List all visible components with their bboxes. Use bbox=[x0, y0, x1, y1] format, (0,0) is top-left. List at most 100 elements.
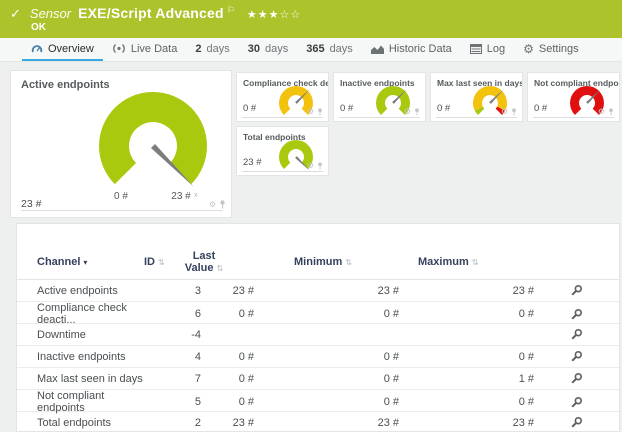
tab-label: Settings bbox=[539, 43, 579, 55]
gauge-chart: x bbox=[95, 88, 211, 204]
tab-log[interactable]: Log bbox=[461, 38, 514, 61]
channel-name[interactable]: Downtime bbox=[37, 329, 147, 341]
channel-settings-button[interactable] bbox=[570, 350, 583, 363]
status-check-icon: ✓ bbox=[10, 7, 21, 22]
panel-divider bbox=[242, 117, 323, 118]
table-header-id[interactable]: ID⇅ bbox=[144, 256, 165, 268]
sort-icon: ⇅ bbox=[472, 258, 479, 267]
channels-table-panel: Channel▾ ID⇅ LastValue⇅ Minimum⇅ Maximum… bbox=[16, 223, 620, 432]
channel-name[interactable]: Not compliant endpoints bbox=[37, 390, 147, 414]
gauge-panel-active-endpoints: Active endpoints x 0 # 23 # 23 # ⚙ bbox=[10, 70, 232, 218]
table-header-maximum[interactable]: Maximum⇅ bbox=[418, 256, 478, 268]
channel-settings-button[interactable] bbox=[570, 372, 583, 385]
gear-icon[interactable]: ⚙ bbox=[209, 201, 216, 209]
sensor-kind-label: Sensor bbox=[30, 6, 71, 21]
tab-overview[interactable]: Overview bbox=[22, 38, 103, 61]
gauge-value: 0 # bbox=[243, 103, 256, 114]
tab-label-unit: days bbox=[206, 43, 229, 55]
table-row: Inactive endpoints 4 0 # 0 # 0 # bbox=[17, 346, 619, 368]
gauge-value: 0 # bbox=[340, 103, 353, 114]
table-row: Total endpoints 2 23 # 23 # 23 # bbox=[17, 412, 619, 432]
panel-divider bbox=[242, 171, 323, 172]
gear-icon[interactable]: ⚙ bbox=[307, 162, 314, 170]
channel-settings-button[interactable] bbox=[570, 308, 583, 321]
channel-settings-button[interactable] bbox=[570, 284, 583, 297]
tab-365-days[interactable]: 365 days bbox=[297, 38, 362, 61]
channel-settings-button[interactable] bbox=[570, 416, 583, 429]
channel-name[interactable]: Compliance check deacti... bbox=[37, 302, 147, 326]
table-header-row: Channel▾ ID⇅ LastValue⇅ Minimum⇅ Maximum… bbox=[17, 224, 619, 279]
pin-icon[interactable] bbox=[414, 108, 420, 116]
tab-settings[interactable]: ⚙ Settings bbox=[514, 38, 588, 61]
wrench-icon bbox=[570, 308, 583, 321]
panel-divider bbox=[339, 117, 420, 118]
tab-historic-data[interactable]: Historic Data bbox=[362, 38, 461, 61]
gauge-scale-max: 23 # bbox=[166, 191, 196, 202]
gauge-value: 23 # bbox=[243, 157, 262, 168]
tab-live-data[interactable]: Live Data bbox=[103, 38, 186, 61]
header-label: ID bbox=[144, 256, 155, 268]
tab-bar: Overview Live Data 2 days 30 days 365 da… bbox=[0, 38, 622, 62]
panel-toolbar: ⚙ bbox=[501, 108, 517, 116]
gauge-panel-inactive-endpoints: Inactive endpoints 0 # ⚙ bbox=[333, 72, 426, 122]
historic-chart-icon bbox=[371, 44, 384, 54]
panel-toolbar: ⚙ bbox=[307, 108, 323, 116]
wrench-icon bbox=[570, 328, 583, 341]
sensor-status-header: ✓ Sensor EXE/Script Advanced ⚐ ★★★☆☆ OK bbox=[0, 0, 622, 38]
stars-empty: ☆☆ bbox=[279, 8, 301, 21]
wrench-icon bbox=[570, 284, 583, 297]
header-label: Value bbox=[185, 262, 214, 274]
wrench-icon bbox=[570, 372, 583, 385]
tab-label-number: 2 bbox=[195, 43, 201, 55]
gear-icon[interactable]: ⚙ bbox=[501, 108, 508, 116]
channel-id: 7 bbox=[147, 373, 201, 385]
sort-caret-down-icon: ▾ bbox=[83, 258, 87, 267]
header-label: Minimum bbox=[294, 256, 342, 268]
sensor-title: EXE/Script Advanced bbox=[78, 5, 224, 21]
pin-icon[interactable] bbox=[317, 162, 323, 170]
panel-divider bbox=[436, 117, 517, 118]
table-header-last-value[interactable]: LastValue⇅ bbox=[174, 250, 234, 275]
tab-label-unit: days bbox=[330, 43, 353, 55]
gauge-chart bbox=[566, 82, 608, 122]
settings-gear-icon: ⚙ bbox=[523, 43, 534, 55]
table-header-minimum[interactable]: Minimum⇅ bbox=[294, 256, 352, 268]
priority-flag-icon[interactable]: ⚐ bbox=[227, 6, 235, 16]
channel-id: 3 bbox=[147, 285, 201, 297]
live-data-icon bbox=[112, 43, 126, 54]
channel-id: 6 bbox=[147, 308, 201, 320]
priority-stars[interactable]: ★★★☆☆ bbox=[247, 8, 301, 21]
log-icon bbox=[470, 44, 482, 54]
maximum-value: 0 # bbox=[399, 396, 534, 408]
pin-icon[interactable] bbox=[317, 108, 323, 116]
channel-id: 4 bbox=[147, 351, 201, 363]
tab-30-days[interactable]: 30 days bbox=[239, 38, 298, 61]
channel-name[interactable]: Max last seen in days bbox=[37, 373, 147, 385]
sensor-header-line: ✓ Sensor EXE/Script Advanced ⚐ ★★★☆☆ bbox=[10, 5, 301, 22]
gear-icon[interactable]: ⚙ bbox=[598, 108, 605, 116]
gear-icon[interactable]: ⚙ bbox=[404, 108, 411, 116]
sort-icon: ⇅ bbox=[345, 258, 352, 267]
last-value: 23 # bbox=[201, 285, 254, 297]
tab-2-days[interactable]: 2 days bbox=[186, 38, 238, 61]
pin-icon[interactable] bbox=[219, 200, 226, 209]
pin-icon[interactable] bbox=[511, 108, 517, 116]
wrench-icon bbox=[570, 350, 583, 363]
channel-settings-button[interactable] bbox=[570, 396, 583, 409]
tab-label: Overview bbox=[48, 43, 94, 55]
last-value: 0 # bbox=[201, 396, 254, 408]
gauge-chart bbox=[275, 82, 317, 122]
pin-icon[interactable] bbox=[608, 108, 614, 116]
channel-name[interactable]: Inactive endpoints bbox=[37, 351, 147, 363]
header-label: Last bbox=[193, 250, 216, 262]
header-label: Channel bbox=[37, 256, 80, 268]
panel-toolbar: ⚙ bbox=[307, 162, 323, 170]
table-header-channel[interactable]: Channel▾ bbox=[37, 256, 87, 268]
sensor-status-text: OK bbox=[31, 22, 46, 33]
channel-name[interactable]: Total endpoints bbox=[37, 417, 147, 429]
gear-icon[interactable]: ⚙ bbox=[307, 108, 314, 116]
channel-name[interactable]: Active endpoints bbox=[37, 285, 147, 297]
channel-settings-button[interactable] bbox=[570, 328, 583, 341]
tab-label-number: 30 bbox=[248, 43, 260, 55]
tab-label: Log bbox=[487, 43, 505, 55]
